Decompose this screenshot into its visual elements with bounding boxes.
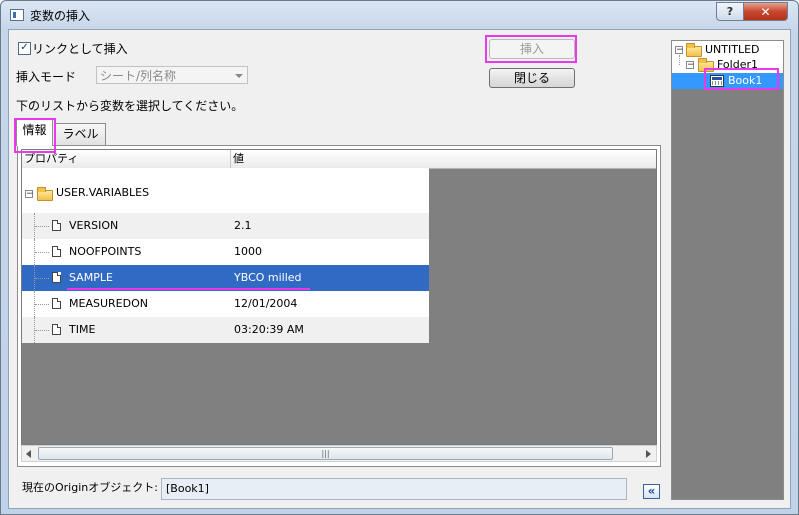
document-icon bbox=[52, 272, 61, 283]
object-textbox[interactable]: [Book1] bbox=[161, 478, 627, 500]
chevron-down-icon bbox=[235, 74, 243, 78]
mode-select[interactable]: シート/列名称 bbox=[96, 66, 248, 84]
document-icon bbox=[52, 246, 61, 257]
help-button[interactable]: ? bbox=[716, 2, 744, 21]
property-cell: VERSION bbox=[69, 219, 119, 232]
property-cell: TIME bbox=[69, 323, 96, 336]
property-cell: NOOFPOINTS bbox=[69, 245, 142, 258]
value-cell: 2.1 bbox=[234, 219, 252, 232]
property-cell: MEASUREDON bbox=[69, 297, 148, 310]
link-checkbox-label[interactable]: リンクとして挿入 bbox=[32, 40, 128, 57]
tab-label[interactable]: ラベル bbox=[55, 123, 106, 145]
variable-grid[interactable]: プロパティ 値 − USER.VARIABLES VERSION 2.1 NOO… bbox=[21, 149, 657, 445]
tree-expander-icon[interactable]: − bbox=[675, 46, 684, 55]
window-icon bbox=[10, 9, 24, 21]
dialog-window: 変数の挿入 ? ✕ ✓ リンクとして挿入 挿入モード シート/列名称 下のリスト… bbox=[0, 0, 799, 515]
table-row[interactable]: TIME 03:20:39 AM bbox=[22, 317, 429, 343]
value-cell: 03:20:39 AM bbox=[234, 323, 304, 336]
tree-item-untitled[interactable]: UNTITLED bbox=[705, 43, 760, 56]
document-icon bbox=[52, 220, 61, 231]
project-tree[interactable]: − UNTITLED − Folder1 Book1 bbox=[671, 40, 784, 500]
tree-expander-icon[interactable]: − bbox=[686, 61, 695, 70]
table-row-selected[interactable]: SAMPLE YBCO milled bbox=[22, 265, 429, 291]
column-header-value[interactable]: 値 bbox=[231, 150, 656, 168]
folder-icon bbox=[686, 43, 702, 57]
horizontal-scrollbar[interactable]: ||| bbox=[21, 445, 657, 462]
close-window-button[interactable]: ✕ bbox=[743, 2, 788, 21]
close-button[interactable]: 閉じる bbox=[489, 68, 575, 88]
table-row[interactable]: MEASUREDON 12/01/2004 bbox=[22, 291, 429, 317]
mode-select-value: シート/列名称 bbox=[100, 69, 177, 83]
table-row[interactable]: NOOFPOINTS 1000 bbox=[22, 239, 429, 265]
scroll-thumb[interactable]: ||| bbox=[38, 447, 613, 460]
link-checkbox[interactable]: ✓ bbox=[18, 42, 31, 55]
selection-underline bbox=[67, 288, 310, 290]
book-highlight bbox=[704, 68, 779, 90]
grid-header: プロパティ 値 bbox=[22, 150, 656, 169]
dialog-body: ✓ リンクとして挿入 挿入モード シート/列名称 下のリストから変数を選択してく… bbox=[8, 29, 791, 509]
tab-panel: プロパティ 値 − USER.VARIABLES VERSION 2.1 NOO… bbox=[17, 145, 661, 467]
tree-root-label: USER.VARIABLES bbox=[56, 186, 150, 199]
scroll-right-icon[interactable] bbox=[646, 450, 651, 458]
mode-label: 挿入モード bbox=[16, 70, 77, 84]
folder-icon bbox=[37, 187, 53, 201]
table-row[interactable]: VERSION 2.1 bbox=[22, 213, 429, 239]
tree-root-row[interactable]: − USER.VARIABLES bbox=[22, 168, 429, 213]
document-icon bbox=[52, 298, 61, 309]
tab-info-highlight bbox=[14, 118, 56, 153]
scroll-left-icon[interactable] bbox=[26, 450, 31, 458]
collapse-panel-button[interactable]: « bbox=[643, 484, 660, 499]
value-cell: 1000 bbox=[234, 245, 262, 258]
object-label: 現在のOriginオブジェクト: bbox=[22, 481, 158, 494]
document-icon bbox=[52, 324, 61, 335]
insert-button-highlight bbox=[485, 35, 577, 63]
instruction-text: 下のリストから変数を選択してください。 bbox=[16, 99, 244, 113]
collapse-icon[interactable]: − bbox=[25, 190, 34, 199]
value-cell: 12/01/2004 bbox=[234, 297, 298, 310]
title-bar[interactable]: 変数の挿入 ? ✕ bbox=[1, 1, 798, 29]
window-title: 変数の挿入 bbox=[30, 9, 91, 23]
